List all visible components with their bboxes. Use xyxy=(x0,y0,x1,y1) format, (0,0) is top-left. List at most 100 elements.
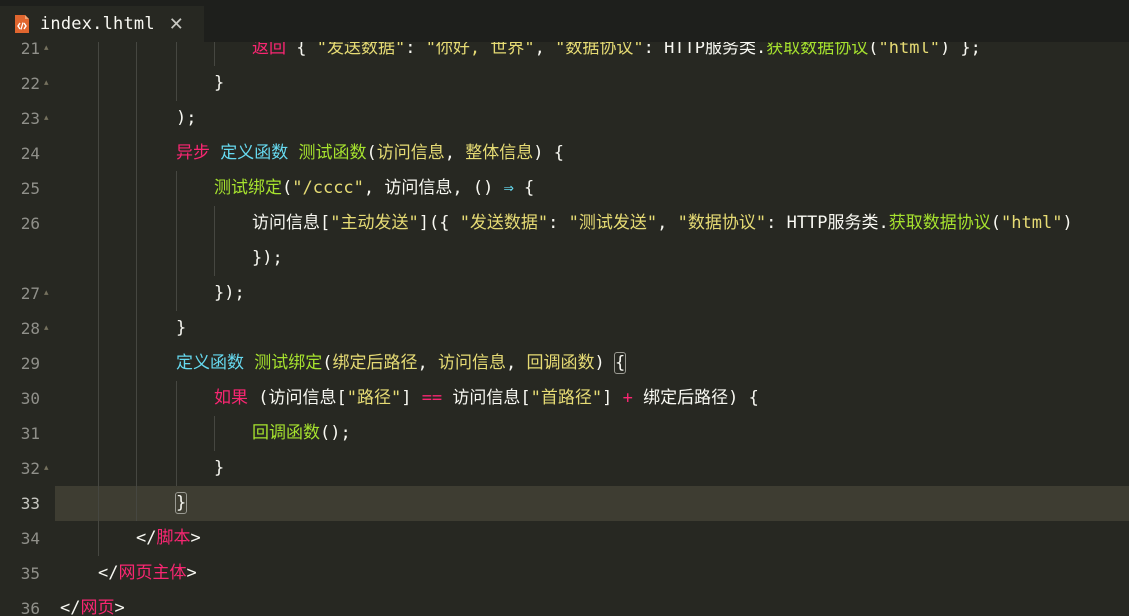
code-token: , xyxy=(417,353,438,373)
indent-guide xyxy=(98,381,99,416)
code-token: 访问信息 xyxy=(376,143,445,163)
indent-guide xyxy=(98,521,99,556)
line-number: 30 xyxy=(20,389,40,408)
code-token: } xyxy=(214,73,225,93)
code-token: 访问信息 xyxy=(437,353,506,373)
code-line[interactable]: 24 异步 定义函数 测试函数(访问信息, 整体信息) { xyxy=(0,136,1129,171)
code-token: "数据协议" xyxy=(555,42,644,58)
indent-guide xyxy=(98,136,99,171)
code-text: 如果 (访问信息["路径"] == 访问信息["首路径"] + 绑定后路径) { xyxy=(214,381,759,416)
code-line[interactable]: 27 ▴}); xyxy=(0,276,1129,311)
code-token: "发送数据" xyxy=(316,42,406,58)
code-token: 整体信息 xyxy=(465,143,534,163)
code-line[interactable]: 35 </网页主体> xyxy=(0,556,1129,591)
fold-arrow-icon[interactable]: ▴ xyxy=(44,311,54,346)
code-text: </网页主体> xyxy=(98,556,197,591)
line-number: 35 xyxy=(20,564,40,583)
code-token: ( xyxy=(990,213,1002,233)
code-line[interactable]: 30 如果 (访问信息["路径"] == 访问信息["首路径"] + 绑定后路径)… xyxy=(0,381,1129,416)
code-token: + xyxy=(622,388,633,408)
code-token: 回调函数 xyxy=(252,423,320,443)
code-line[interactable]: 31 回调函数(); xyxy=(0,416,1129,451)
line-number: 33 xyxy=(20,494,40,513)
code-token: ) xyxy=(1062,213,1073,233)
code-token: 定义函数 xyxy=(176,353,244,373)
code-text: 回调函数(); xyxy=(252,416,351,451)
indent-guide xyxy=(136,171,137,206)
tab-index-lhtml[interactable]: index.lhtml ✕ xyxy=(0,6,204,42)
code-token: "路径" xyxy=(346,388,402,408)
code-text: 异步 定义函数 测试函数(访问信息, 整体信息) { xyxy=(176,136,564,171)
code-token: 网页 xyxy=(80,598,115,616)
code-token: , 访问信息, () xyxy=(363,178,504,198)
line-number: 29 xyxy=(20,354,40,373)
line-number: 31 xyxy=(20,424,40,443)
line-number: 26 xyxy=(20,214,40,233)
code-token: ] xyxy=(401,388,422,408)
code-token: , xyxy=(657,213,678,233)
code-line[interactable]: 26 访问信息["主动发送"]({ "发送数据": "测试发送", "数据协议":… xyxy=(0,206,1129,241)
line-number: 22 xyxy=(20,74,40,93)
code-line[interactable]: 21 ▴ 返回 { "发送数据": "你好, 世界", "数据协议": HTTP服务… xyxy=(0,42,1129,66)
code-token: > xyxy=(190,528,201,548)
code-token: </ xyxy=(136,528,157,548)
code-editor[interactable]: 21 ▴ 返回 { "发送数据": "你好, 世界", "数据协议": HTTP服务… xyxy=(0,42,1129,616)
code-line[interactable]: 36 </网页> xyxy=(0,591,1129,616)
code-token: ( xyxy=(322,353,333,373)
indent-guide xyxy=(98,241,99,276)
indent-guide xyxy=(98,311,99,346)
code-token: 返回 xyxy=(252,42,286,58)
indent-guide xyxy=(214,206,215,241)
indent-guide xyxy=(98,171,99,206)
code-token: , xyxy=(534,42,556,58)
code-line[interactable]: 29 定义函数 测试绑定(绑定后路径, 访问信息, 回调函数) { xyxy=(0,346,1129,381)
code-line[interactable]: 23 ▴); xyxy=(0,101,1129,136)
indent-guide xyxy=(136,416,137,451)
code-token: ) xyxy=(594,353,615,373)
indent-guide xyxy=(176,206,177,241)
close-icon[interactable]: ✕ xyxy=(169,14,184,35)
code-token: { xyxy=(513,178,535,198)
code-text: 返回 { "发送数据": "你好, 世界", "数据协议": HTTP服务类.获… xyxy=(252,42,981,66)
code-token: 定义函数 xyxy=(220,143,289,163)
indent-guide xyxy=(136,451,137,486)
code-token: 访问信息[ xyxy=(252,213,331,233)
code-line[interactable]: 32 ▴} xyxy=(0,451,1129,486)
code-line[interactable]: 34 </脚本> xyxy=(0,521,1129,556)
indent-guide xyxy=(176,66,177,101)
code-token: : HTTP服务类. xyxy=(643,42,767,58)
line-number: 21 xyxy=(20,42,40,58)
code-text: 定义函数 测试绑定(绑定后路径, 访问信息, 回调函数) { xyxy=(176,346,627,381)
fold-arrow-icon[interactable]: ▴ xyxy=(44,101,54,136)
indent-guide xyxy=(176,42,177,66)
code-token: { xyxy=(286,42,317,58)
indent-guide xyxy=(98,206,99,241)
code-line[interactable]: 28 ▴} xyxy=(0,311,1129,346)
code-token: </ xyxy=(98,563,119,583)
line-number: 23 xyxy=(20,109,40,128)
code-token: ) }; xyxy=(939,42,981,58)
fold-arrow-icon[interactable]: ▴ xyxy=(44,66,54,101)
code-line[interactable]: 33} xyxy=(0,486,1129,521)
indent-guide xyxy=(176,451,177,486)
code-text: } xyxy=(176,311,186,346)
code-line[interactable]: 22 ▴} xyxy=(0,66,1129,101)
indent-guide xyxy=(136,381,137,416)
fold-arrow-icon[interactable]: ▴ xyxy=(44,42,54,66)
tab-bar: index.lhtml ✕ xyxy=(0,6,1129,42)
line-number: 28 xyxy=(20,319,40,338)
code-line[interactable]: 25 测试绑定("/cccc", 访问信息, () ⇒ { xyxy=(0,171,1129,206)
code-token: (访问信息[ xyxy=(248,388,347,408)
code-token: : xyxy=(548,213,569,233)
fold-arrow-icon[interactable]: ▴ xyxy=(44,451,54,486)
indent-guide xyxy=(214,241,215,276)
indent-guide xyxy=(136,206,137,241)
fold-arrow-icon[interactable]: ▴ xyxy=(44,276,54,311)
code-line[interactable]: }); xyxy=(0,241,1129,276)
indent-guide xyxy=(214,416,215,451)
code-token: > xyxy=(114,598,125,616)
code-token: "主动发送" xyxy=(330,213,419,233)
indent-guide xyxy=(98,451,99,486)
line-number: 32 xyxy=(20,459,40,478)
